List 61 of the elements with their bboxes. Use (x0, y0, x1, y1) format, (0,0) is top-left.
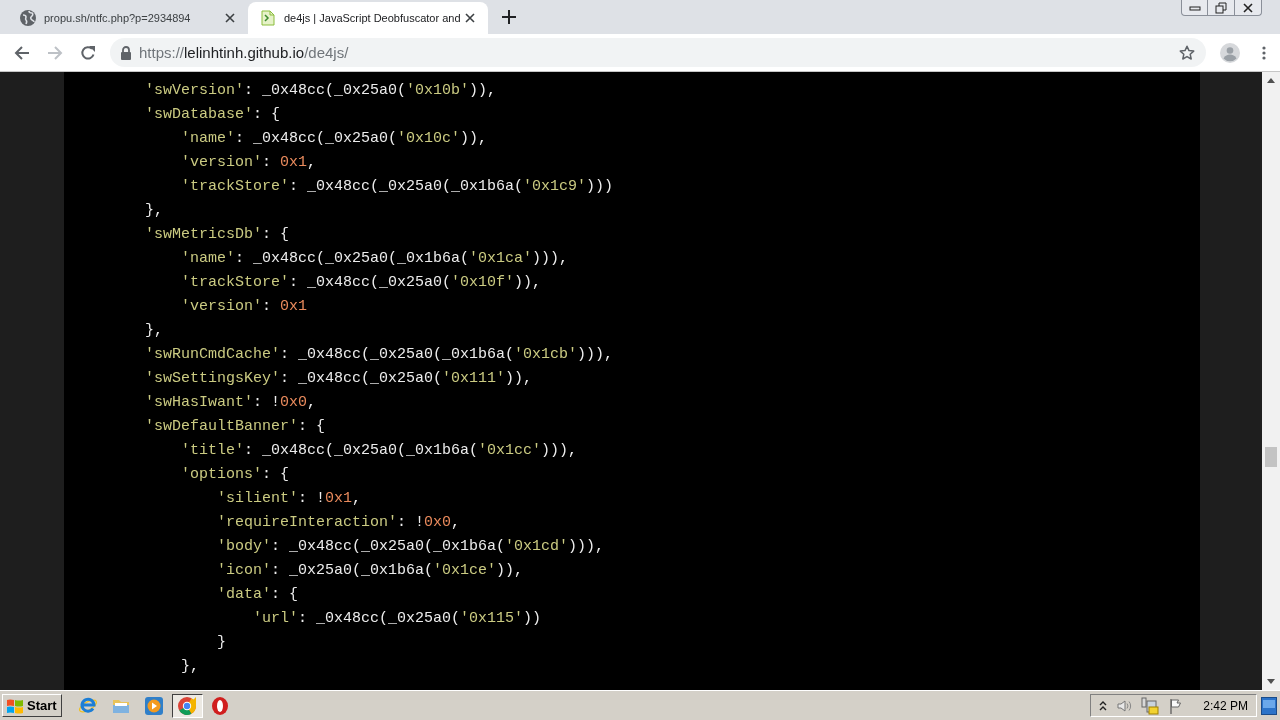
play-icon (144, 695, 165, 716)
code-line: 'body': _0x48cc(_0x25a0(_0x1b6a('0x1cd'))), (217, 537, 605, 557)
code-line: 'trackStore': _0x48cc(_0x25a0('0x10f')), (181, 273, 542, 293)
globe-icon (20, 10, 36, 26)
code-line: 'trackStore': _0x48cc(_0x25a0(_0x1b6a('0x1c9'))) (181, 177, 614, 197)
scroll-up-icon[interactable] (1267, 78, 1275, 83)
scrollbar[interactable] (1262, 72, 1280, 690)
code-line: 'swDefaultBanner': { (145, 417, 326, 437)
restore-icon (1215, 1, 1227, 14)
code-line: 'name': _0x48cc(_0x25a0('0x10c')), (181, 129, 488, 149)
browser-tab[interactable]: propu.sh/ntfc.php?p=2934894 (8, 2, 248, 34)
close-window-button[interactable] (1235, 0, 1262, 16)
speaker-icon[interactable] (1116, 697, 1133, 714)
start-button[interactable]: Start (2, 694, 62, 717)
close-icon (465, 13, 475, 23)
close-icon (225, 13, 235, 23)
code-line: }, (181, 657, 199, 677)
e-logo-icon (78, 695, 99, 716)
taskbar-app-button[interactable] (171, 693, 203, 718)
back-arrow-icon (13, 44, 30, 61)
code-line: 'options': { (181, 465, 290, 485)
flag-logo-icon (6, 697, 24, 714)
desktop-icon[interactable] (1261, 696, 1277, 715)
code-line: 'version': 0x1, (181, 153, 317, 173)
code-line: 'requireInteraction': !0x0, (217, 513, 461, 533)
code-line: 'swRunCmdCache': _0x48cc(_0x25a0(_0x1b6a('0x1cb'))), (145, 345, 614, 365)
code-line: 'version': 0x1 (181, 297, 308, 317)
code-line: 'silient': !0x1, (217, 489, 362, 509)
minimize-button[interactable] (1181, 0, 1208, 16)
address-bar[interactable]: https://lelinhtinh.github.io/de4js/ (110, 38, 1206, 67)
plus-icon (502, 10, 516, 24)
code-line: }, (145, 201, 163, 221)
chevron-up-icon[interactable] (1099, 700, 1108, 711)
code-line: 'url': _0x48cc(_0x25a0('0x115')) (253, 609, 542, 629)
code-line: 'swDatabase': { (145, 105, 281, 125)
code-line: 'swHasIwant': !0x0, (145, 393, 317, 413)
forward-arrow-icon (46, 44, 63, 61)
clock-text: 2:42 PM (1203, 698, 1248, 713)
code-line: 'swMetricsDb': { (145, 225, 290, 245)
lock-icon (120, 45, 132, 60)
menu-icon (1262, 45, 1266, 60)
scrollbar-thumb[interactable] (1265, 447, 1277, 467)
restore-button[interactable] (1208, 0, 1235, 16)
page-icon (260, 10, 276, 26)
browser-tab[interactable]: de4js | JavaScript Deobfuscator and (248, 2, 488, 34)
reload-icon (79, 44, 96, 61)
o-logo-icon (210, 695, 231, 716)
code-line: 'title': _0x48cc(_0x25a0(_0x1b6a('0x1cc'))), (181, 441, 578, 461)
circle-logo-icon (177, 695, 198, 716)
scroll-down-icon[interactable] (1267, 679, 1275, 684)
code-line: 'name': _0x48cc(_0x25a0(_0x1b6a('0x1ca'))), (181, 249, 569, 269)
code-line: 'data': { (217, 585, 299, 605)
code-line: 'swSettingsKey': _0x48cc(_0x25a0('0x111')), (145, 369, 533, 389)
code-line: }, (145, 321, 163, 341)
network-icon[interactable] (1141, 696, 1160, 715)
avatar-icon (1220, 42, 1240, 63)
code-line: } (217, 633, 226, 653)
code-line: 'swVersion': _0x48cc(_0x25a0('0x10b')), (145, 81, 497, 101)
code-line: 'icon': _0x25a0(_0x1b6a('0x1ce')), (217, 561, 524, 581)
star-icon (1179, 44, 1195, 61)
close-icon (1242, 1, 1254, 14)
